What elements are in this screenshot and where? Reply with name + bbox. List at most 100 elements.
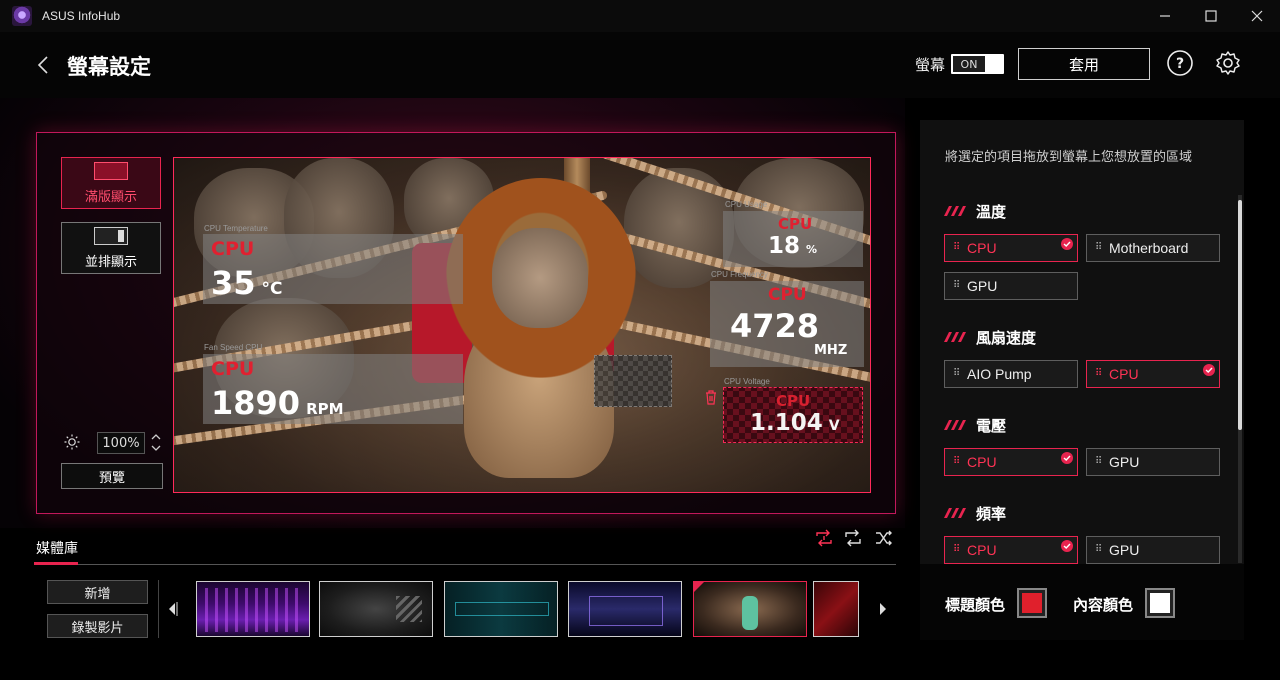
thumbnail-art [455,602,549,616]
trash-icon[interactable] [704,389,718,405]
media-thumbnail-boxing-cat[interactable] [693,581,807,637]
minimize-icon [1160,15,1170,17]
asus-rog-logo-icon [12,6,32,26]
widget-value: 1.104 [750,410,823,436]
widget-unit: RPM [306,400,344,418]
drag-handle-icon: ⠿ [953,242,960,253]
section-title-temperature: 溫度 [976,203,1007,221]
repeat-one-icon[interactable] [814,528,834,548]
side-by-side-mode-button[interactable]: 並排顯示 [61,222,161,274]
metric-chip-temp-motherboard[interactable]: ⠿ Motherboard [1086,234,1220,262]
check-icon [1061,540,1073,552]
record-video-button[interactable]: 錄製影片 [47,614,148,638]
maximize-button[interactable] [1188,0,1234,32]
metric-chip-label: GPU [967,278,998,294]
media-tab-underline [34,562,78,565]
page-header: 螢幕設定 螢幕 ON 套用 ? [0,32,1280,98]
empty-widget-slot[interactable] [594,355,672,407]
minimize-button[interactable] [1142,0,1188,32]
content-color-fill [1150,593,1170,613]
content-color-label: 內容顏色 [1073,596,1134,614]
media-thumbnail-red-mech[interactable] [813,581,859,637]
thumbnail-art [742,596,758,630]
cpu-temperature-caption: CPU Temperature [204,224,268,233]
media-vertical-divider [158,580,159,638]
metric-chip-label: GPU [1109,454,1140,470]
settings-gear-icon[interactable] [1214,49,1242,77]
preview-button[interactable]: 預覽 [61,463,163,489]
close-button[interactable] [1234,0,1280,32]
metric-chip-label: AIO Pump [967,366,1032,382]
media-thumbnail-neon-corridor[interactable] [568,581,682,637]
full-screen-mode-button[interactable]: 滿版顯示 [61,157,161,209]
metric-chip-frequency-gpu[interactable]: ⠿ GPU [1086,536,1220,564]
media-divider-line [34,564,896,565]
cpu-usage-widget[interactable]: CPU 18% [723,211,863,267]
shuffle-icon[interactable] [874,528,894,548]
brightness-icon [64,434,80,450]
metric-chip-fan-cpu[interactable]: ⠿ CPU [1086,360,1220,388]
media-library-tab[interactable]: 媒體庫 [36,538,78,558]
close-icon [1251,10,1263,22]
drag-handle-icon: ⠿ [1095,456,1102,467]
panel-scrollbar-thumb[interactable] [1238,200,1242,430]
metric-chip-voltage-cpu[interactable]: ⠿ CPU [944,448,1078,476]
thumbnail-art [396,596,422,622]
svg-text:?: ? [1176,56,1184,72]
metric-chip-temp-cpu[interactable]: ⠿ CPU [944,234,1078,262]
section-stripe-icon [944,420,966,430]
fan-speed-widget[interactable]: CPU 1890 RPM [203,354,463,424]
apply-button[interactable]: 套用 [1018,48,1150,80]
metric-chip-label: CPU [967,240,997,256]
metric-chip-label: CPU [967,454,997,470]
drag-handle-icon: ⠿ [1095,242,1102,253]
widget-value: 18 [768,233,801,259]
thumbnail-art [589,596,663,626]
panel-instruction: 將選定的項目拖放到螢幕上您想放置的區域 [945,150,1193,165]
title-color-label: 標題顏色 [945,596,1006,614]
scroll-left-icon[interactable] [165,599,179,619]
metric-chip-voltage-gpu[interactable]: ⠿ GPU [1086,448,1220,476]
metric-chip-label: GPU [1109,542,1140,558]
cpu-temperature-widget[interactable]: CPU 35 °C [203,234,463,304]
drag-handle-icon: ⠿ [953,280,960,291]
widget-value-row: 1890 RPM [211,384,344,422]
title-color-swatch[interactable] [1017,588,1047,618]
brightness-increase-icon[interactable] [150,432,162,442]
cpu-voltage-caption: CPU Voltage [724,377,770,386]
widget-title: CPU [768,285,807,305]
page-title: 螢幕設定 [67,55,151,79]
brightness-decrease-icon[interactable] [150,443,162,453]
screen-toggle[interactable]: ON [951,54,1004,74]
maximize-icon [1205,10,1217,22]
scroll-right-icon[interactable] [876,599,890,619]
widget-title: CPU [778,215,813,233]
cat-face [492,228,588,328]
media-thumbnail-dark-smoke[interactable] [319,581,433,637]
repeat-all-icon[interactable] [843,528,863,548]
drag-handle-icon: ⠿ [953,368,960,379]
back-arrow-icon[interactable] [34,54,54,76]
media-thumbnail-purple-city[interactable] [196,581,310,637]
metric-chip-fan-aio-pump[interactable]: ⠿ AIO Pump [944,360,1078,388]
brightness-input[interactable]: 100% [97,432,145,454]
cpu-frequency-widget[interactable]: CPU 4728 MHZ [710,281,864,367]
help-icon[interactable]: ? [1166,49,1194,77]
check-icon [1203,364,1215,376]
section-stripe-icon [944,206,966,216]
add-media-button[interactable]: 新增 [47,580,148,604]
section-title-fan-speed: 風扇速度 [976,329,1037,347]
widget-value: 1890 [211,384,301,422]
side-by-side-mode-icon [94,226,128,245]
metric-chip-label: Motherboard [1109,240,1189,256]
title-color-fill [1022,593,1042,613]
fan-speed-caption: Fan Speed CPU [204,343,263,352]
media-thumbnail-cyan-tech[interactable] [444,581,558,637]
metric-chip-frequency-cpu[interactable]: ⠿ CPU [944,536,1078,564]
cpu-usage-caption: CPU Usage [725,200,768,209]
cpu-voltage-widget[interactable]: CPU 1.104 V [723,387,863,443]
widget-value: 35 [211,264,256,302]
widget-value-row: 1.104 V [750,410,840,436]
metric-chip-temp-gpu[interactable]: ⠿ GPU [944,272,1078,300]
content-color-swatch[interactable] [1145,588,1175,618]
